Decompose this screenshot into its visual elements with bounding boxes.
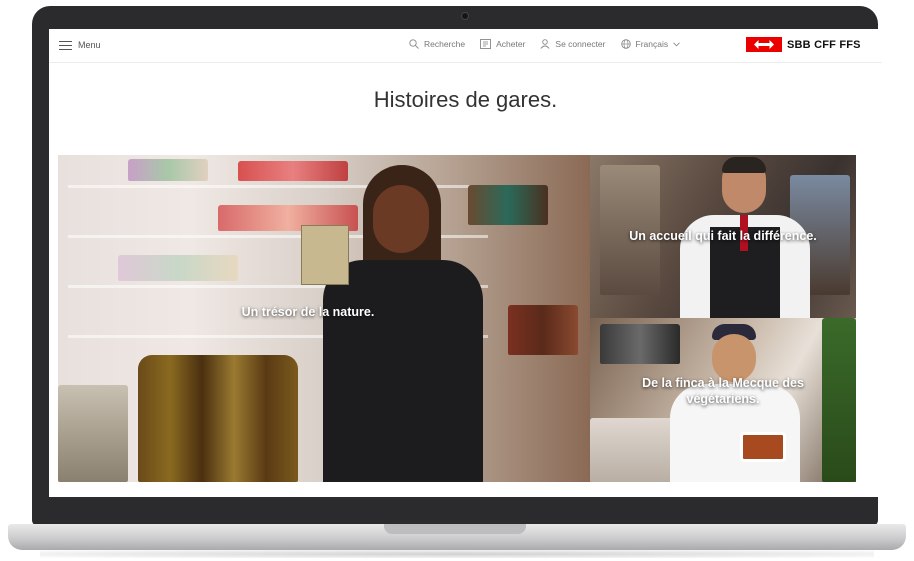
story-caption-nature: Un trésor de la nature. — [241, 305, 375, 319]
buy-link[interactable]: Acheter — [480, 39, 525, 49]
menu-button[interactable]: Menu — [59, 40, 101, 50]
story-caption-vegetarien: De la finca à la Mecque des végétariens. — [642, 376, 804, 406]
user-icon — [540, 39, 550, 49]
browser-screen: Menu Recherche Acheter Se connecter Fran… — [49, 29, 882, 497]
story-card-vegetarien[interactable]: De la finca à la Mecque des végétariens. — [590, 318, 856, 482]
menu-label: Menu — [78, 40, 101, 50]
language-selector[interactable]: Français — [620, 39, 681, 49]
login-link[interactable]: Se connecter — [540, 39, 606, 49]
story-card-accueil[interactable]: Un accueil qui fait la différence. — [590, 155, 856, 318]
globe-icon — [620, 39, 631, 49]
plant — [822, 318, 856, 482]
site-header: Menu Recherche Acheter Se connecter Fran… — [49, 29, 882, 63]
product-bottles — [138, 355, 298, 482]
laptop-frame: Menu Recherche Acheter Se connecter Fran… — [0, 0, 914, 561]
login-label: Se connecter — [555, 39, 606, 49]
story-caption-accueil: Un accueil qui fait la différence. — [629, 229, 817, 243]
ticket-icon — [480, 39, 492, 49]
logo-text: SBB CFF FFS — [787, 38, 861, 51]
language-label: Français — [635, 39, 669, 49]
story-card-nature[interactable]: Un trésor de la nature. — [58, 155, 590, 482]
sbb-arrow-icon — [746, 37, 782, 52]
laptop-shadow — [40, 550, 874, 558]
laptop-notch — [384, 524, 526, 534]
kitchen-appliances — [600, 324, 680, 364]
search-label: Recherche — [424, 39, 466, 49]
webcam — [461, 12, 469, 20]
buy-label: Acheter — [496, 39, 526, 49]
chevron-down-icon — [673, 41, 680, 46]
stories-grid: Un trésor de la nature. Un accueil qui f… — [58, 155, 856, 482]
sbb-logo[interactable]: SBB CFF FFS — [746, 37, 861, 52]
product-row — [128, 159, 208, 181]
search-link[interactable]: Recherche — [409, 39, 465, 49]
person-saleswoman — [301, 165, 483, 482]
page-title: Histoires de gares. — [373, 87, 558, 112]
header-nav: Recherche Acheter Se connecter Français — [409, 39, 680, 49]
hamburger-icon — [59, 40, 72, 50]
product-row — [118, 255, 238, 281]
product-display — [58, 385, 128, 482]
search-icon — [409, 39, 419, 49]
